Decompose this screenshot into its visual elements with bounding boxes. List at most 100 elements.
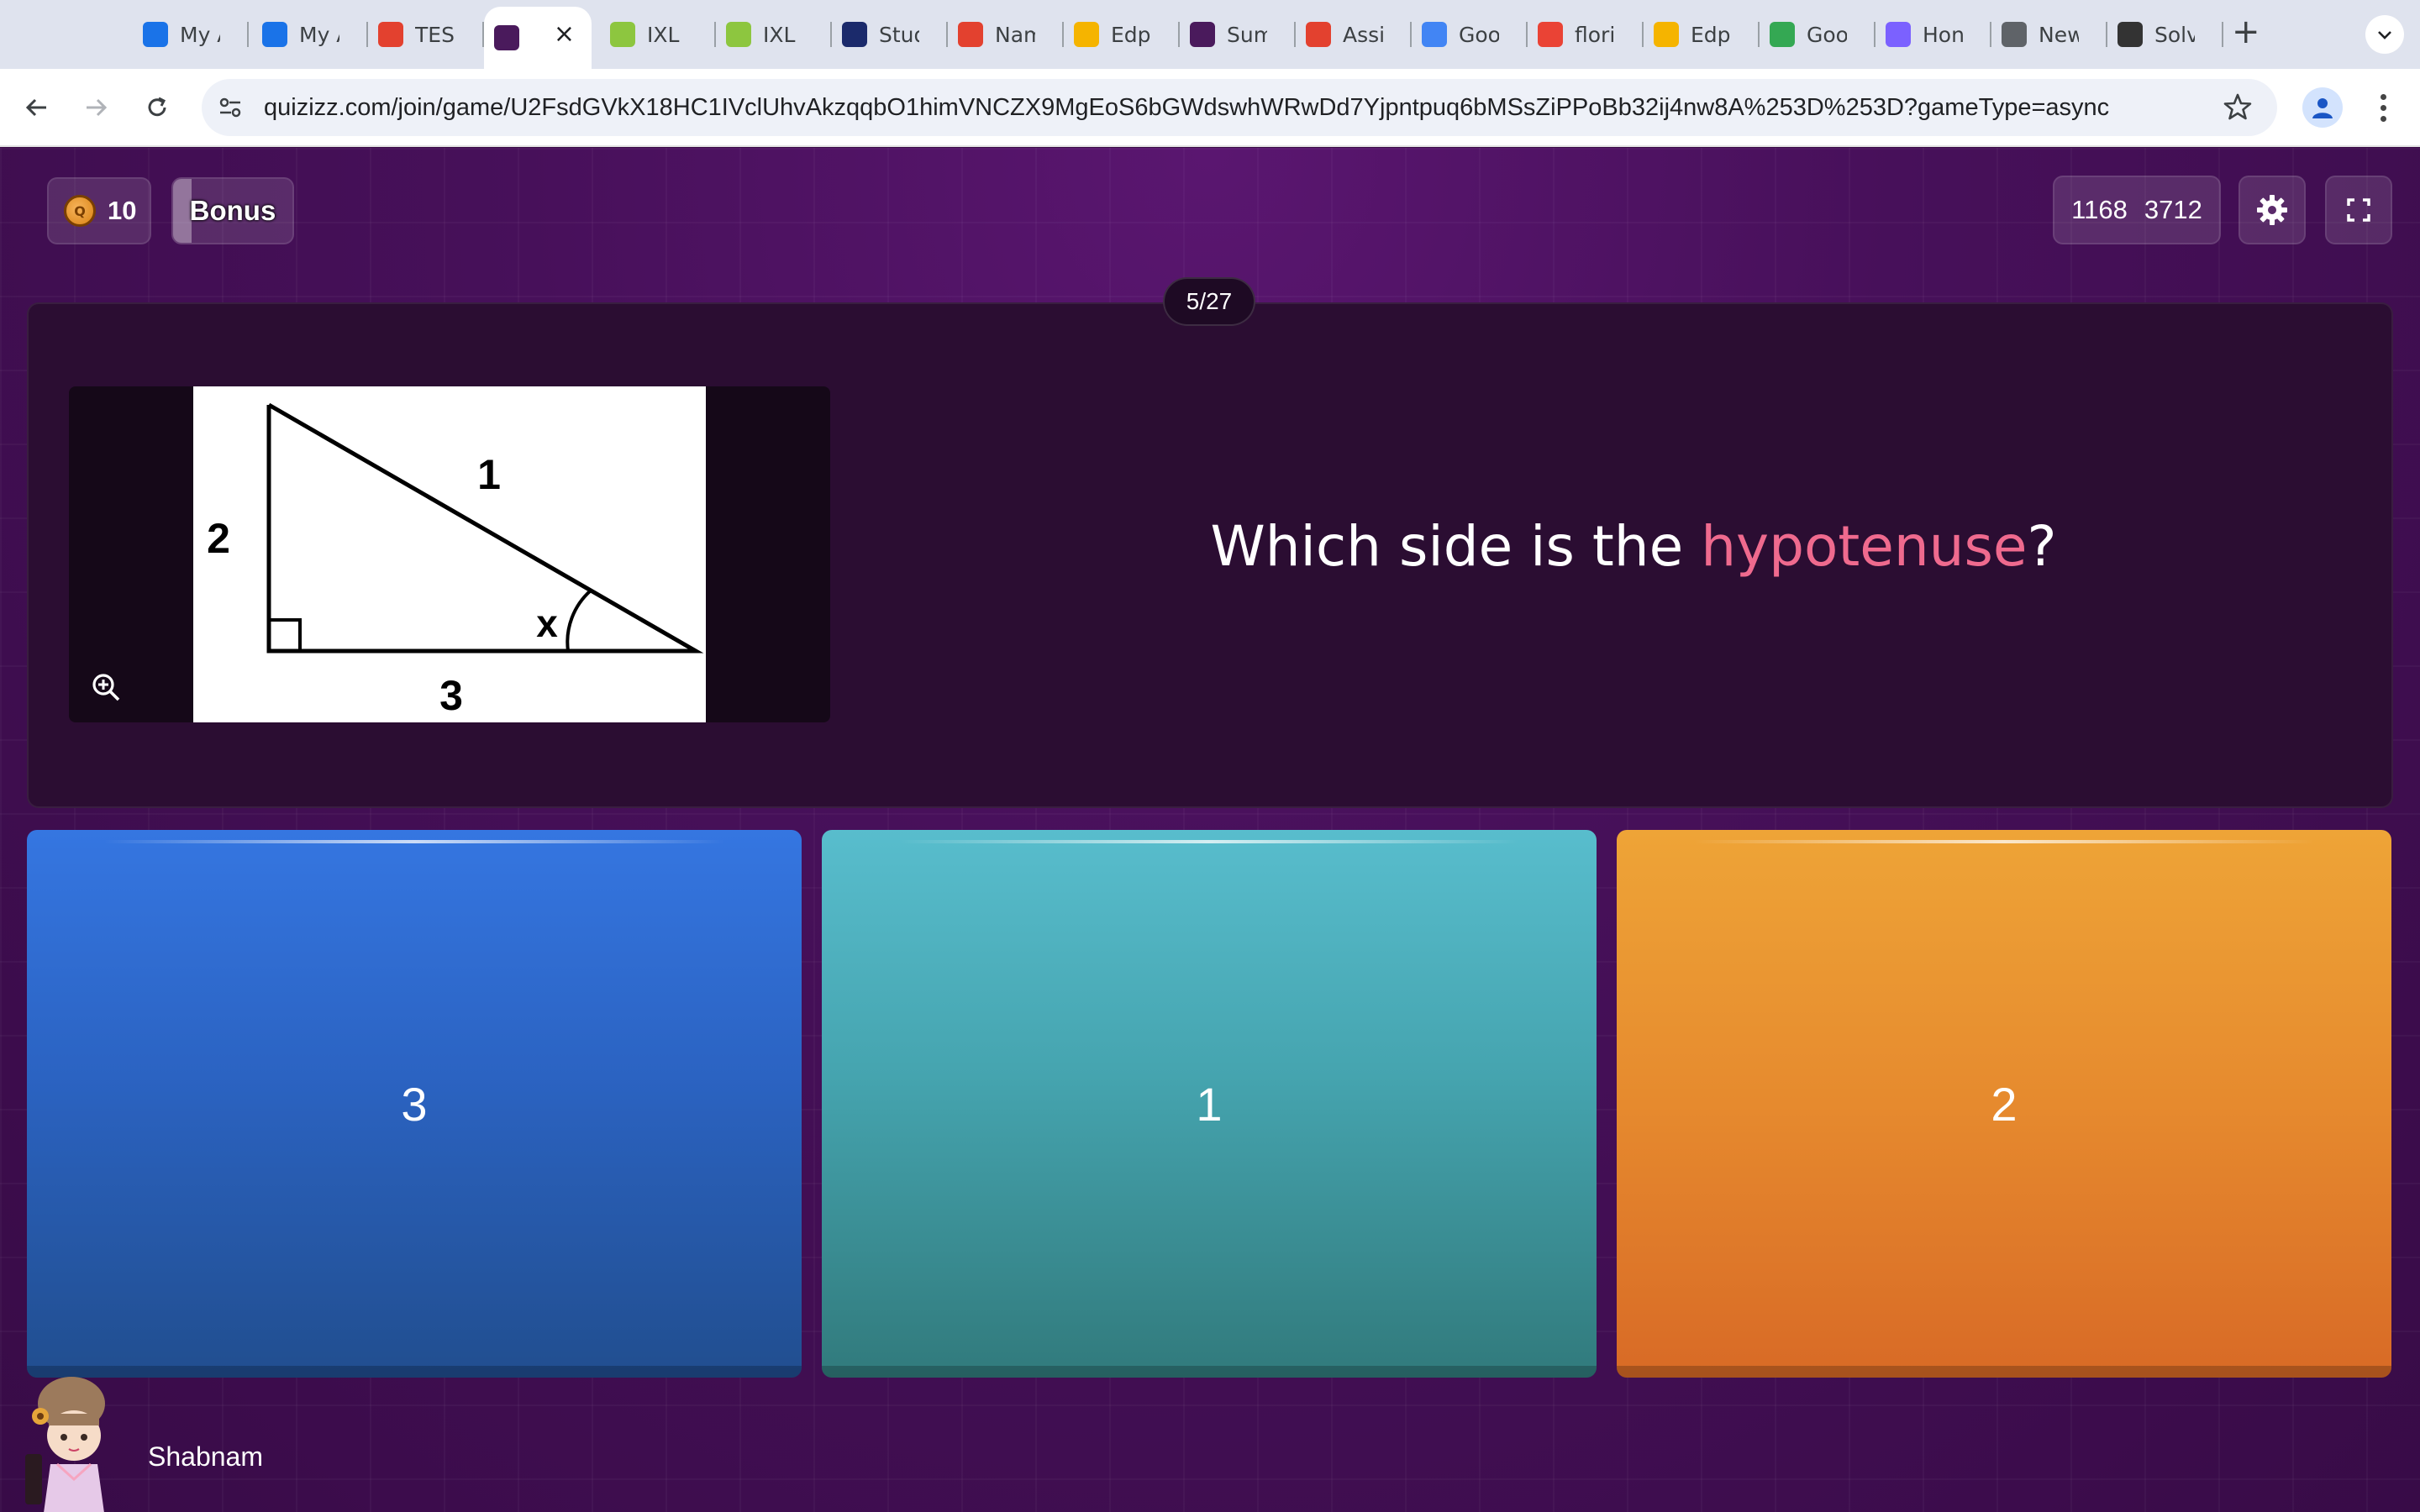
url-text[interactable]: quizizz.com/join/game/U2FsdGVkX18HC1IVcl… <box>264 94 2109 122</box>
arrow-left-icon <box>25 98 46 117</box>
browser-tab[interactable]: Solv <box>2107 12 2223 57</box>
answer-option-2[interactable]: 1 <box>822 830 1597 1378</box>
browser-menu-button[interactable] <box>2368 87 2398 128</box>
triangle-diagram: 1 2 3 x <box>193 386 706 722</box>
browser-tab[interactable]: Edp <box>1644 12 1760 57</box>
quizizz-icon <box>494 25 519 50</box>
back-button[interactable] <box>17 87 57 128</box>
browser-tab-label: Edp <box>1691 22 1731 47</box>
question-prefix: Which side is the <box>1210 514 1702 579</box>
profile-avatar-button[interactable] <box>2302 87 2343 128</box>
address-bar[interactable]: quizizz.com/join/game/U2FsdGVkX18HC1IVcl… <box>202 79 2277 136</box>
diagram-label-left: 2 <box>207 515 230 562</box>
chrome-icon <box>2002 22 2027 47</box>
gear-icon <box>2257 195 2287 225</box>
browser-tab-label: IXL <box>763 22 796 47</box>
browser-tab[interactable]: Goo <box>1412 12 1528 57</box>
browser-tab[interactable]: Nam <box>948 12 1064 57</box>
browser-tab-label: Assi <box>1343 22 1383 47</box>
browser-tab[interactable]: Hon <box>1876 12 1991 57</box>
edpuzzle-icon <box>1654 22 1679 47</box>
diagram-label-angle: x <box>536 601 558 645</box>
browser-tab[interactable]: × <box>484 7 592 69</box>
browser-tab[interactable]: IXL <box>600 12 716 57</box>
panda-icon <box>2118 22 2143 47</box>
tab-separator <box>2222 22 2223 47</box>
new-tab-button[interactable]: + <box>2232 15 2260 49</box>
browser-tab[interactable]: IXL <box>716 12 832 57</box>
browser-tab-label: flori <box>1575 22 1615 47</box>
player-name: Shabnam <box>148 1441 263 1472</box>
question-card: 1 2 3 x Which side is the hypotenuse? <box>27 302 2393 808</box>
ixl-icon <box>610 22 635 47</box>
quiz-game-area: Q 10 Bonus 1168 3712 5/27 1 2 3 x Which … <box>0 148 2420 1512</box>
fullscreen-icon <box>2347 198 2370 222</box>
browser-tab[interactable]: New <box>1991 12 2107 57</box>
browser-tab-label: TES <box>415 22 455 47</box>
browser-tab[interactable]: My A <box>133 12 249 57</box>
browser-tab-label: Edp <box>1111 22 1151 47</box>
answer-option-label: 2 <box>1991 1077 2018 1131</box>
quizizz-icon <box>1190 22 1215 47</box>
answer-option-1[interactable]: 3 <box>27 830 802 1378</box>
google-translate-icon <box>1422 22 1447 47</box>
powerups-count: 10 <box>108 196 137 225</box>
diagram-label-top: 1 <box>477 451 501 498</box>
edpuzzle-icon <box>1074 22 1099 47</box>
bonus-label: Bonus <box>189 195 276 226</box>
zoom-in-icon <box>92 674 120 701</box>
chevron-down-icon <box>2378 31 2391 39</box>
browser-tab[interactable]: Goo <box>1760 12 1876 57</box>
tab-search-button[interactable] <box>2365 15 2404 54</box>
fullscreen-button[interactable] <box>2325 176 2392 244</box>
arrow-right-icon <box>87 98 108 117</box>
player-avatar <box>25 1370 118 1512</box>
answer-option-label: 3 <box>401 1077 428 1131</box>
reload-icon <box>148 97 166 117</box>
zoom-image-button[interactable] <box>86 667 126 707</box>
browser-tab[interactable]: Edp <box>1064 12 1180 57</box>
forward-button[interactable] <box>76 87 116 128</box>
studio-icon <box>842 22 867 47</box>
browser-tab-label: Stud <box>879 22 919 47</box>
browser-toolbar: quizizz.com/join/game/U2FsdGVkX18HC1IVcl… <box>0 69 2420 147</box>
question-suffix: ? <box>2027 514 2057 579</box>
browser-tab[interactable]: Assi <box>1296 12 1412 57</box>
question-image-frame[interactable]: 1 2 3 x <box>69 386 830 722</box>
google-icon <box>1538 22 1563 47</box>
browser-tab[interactable]: TES <box>368 12 484 57</box>
powerup-coin-icon: Q <box>64 195 96 227</box>
browser-tab-label: Nam <box>995 22 1035 47</box>
settings-button[interactable] <box>2238 176 2306 244</box>
reload-button[interactable] <box>137 87 177 128</box>
answer-option-label: 1 <box>1196 1077 1223 1131</box>
score-right: 3712 <box>2144 195 2202 224</box>
hex-icon <box>1886 22 1911 47</box>
answer-option-3[interactable]: 2 <box>1617 830 2391 1378</box>
browser-tab-strip: My A My A TES × IXL IXL Stud Nam Edp Sum Assi Goo fl… <box>0 0 2420 69</box>
site-info-icon[interactable] <box>217 94 244 124</box>
canvas-icon <box>1306 22 1331 47</box>
question-highlight: hypotenuse <box>1701 514 2028 579</box>
browser-tab[interactable]: Sum <box>1180 12 1296 57</box>
cloud-icon <box>262 22 287 47</box>
powerups-counter[interactable]: Q 10 <box>47 177 151 244</box>
person-icon <box>2312 98 2333 118</box>
bonus-indicator: Bonus <box>171 177 294 244</box>
score-left: 1168 <box>2071 195 2128 224</box>
browser-tab[interactable]: My A <box>252 12 368 57</box>
question-text: Which side is the hypotenuse? <box>953 514 2314 579</box>
browser-tab[interactable]: flori <box>1528 12 1644 57</box>
browser-tab-label: My A <box>299 22 339 47</box>
diagram-label-bottom: 3 <box>439 672 463 719</box>
browser-tab-label: Goo <box>1459 22 1499 47</box>
browser-tab-label: Hon <box>1923 22 1963 47</box>
google-lens-icon <box>1770 22 1795 47</box>
browser-tab-label: Goo <box>1807 22 1847 47</box>
browser-tab-label: IXL <box>647 22 680 47</box>
close-tab-icon[interactable]: × <box>554 22 575 47</box>
question-counter: 5/27 <box>1163 277 1255 326</box>
tab-separator <box>247 22 249 47</box>
bookmark-star-icon[interactable] <box>2222 91 2254 126</box>
browser-tab[interactable]: Stud <box>832 12 948 57</box>
